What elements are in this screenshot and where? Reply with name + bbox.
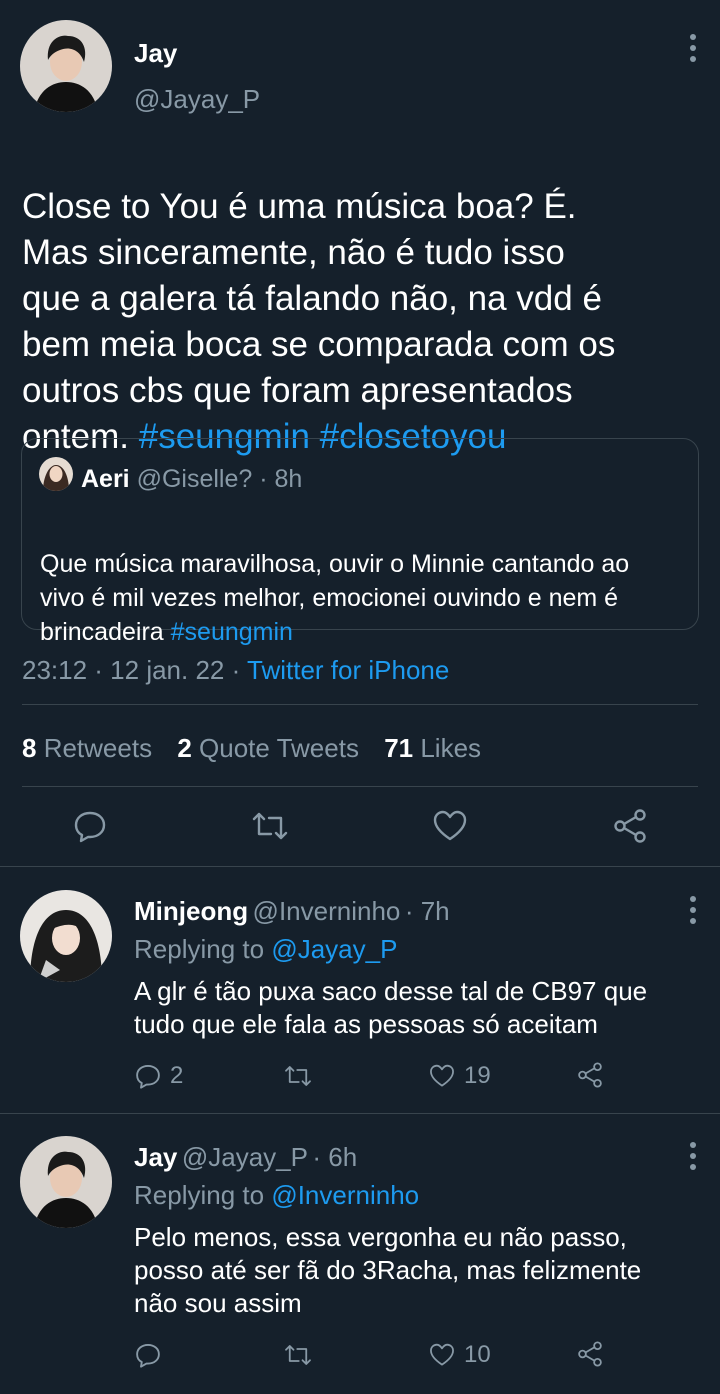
likes-label: Likes <box>413 733 482 763</box>
tweet-text: Close to You é uma música boa? É. Mas si… <box>22 138 712 460</box>
reply-action-share[interactable] <box>575 1060 605 1095</box>
share-icon <box>578 1341 602 1367</box>
divider <box>0 866 720 867</box>
author-avatar[interactable] <box>20 20 112 112</box>
like-icon <box>430 1343 454 1366</box>
reply-text: Pelo menos, essa vergonha eu não passo, … <box>134 1222 642 1318</box>
retweets-stat[interactable]: 8 Retweets <box>22 733 152 763</box>
quote-hashtag[interactable]: #seungmin <box>171 618 293 646</box>
share-icon <box>578 1062 602 1088</box>
replying-to-handle[interactable]: @Inverninho <box>271 1180 419 1210</box>
reply-author-handle[interactable]: @Inverninho <box>253 896 401 926</box>
replying-to: Replying to @Jayay_P <box>134 934 397 965</box>
reply-avatar-photo <box>20 890 112 982</box>
reply-icon <box>136 1064 160 1089</box>
quotes-label: Quote Tweets <box>191 733 359 763</box>
quote-author-name: Aeri <box>81 465 130 493</box>
tweet-timestamp: 23:12 · 12 jan. 22 · <box>22 655 248 685</box>
reply-text: A glr é tão puxa saco desse tal de CB97 … <box>134 976 648 1039</box>
share-icon[interactable] <box>610 806 650 846</box>
like-icon <box>430 1064 454 1087</box>
divider <box>22 786 698 787</box>
reply-icon <box>136 1343 160 1368</box>
like-icon[interactable] <box>431 808 469 844</box>
reply-icon[interactable] <box>72 808 108 844</box>
divider <box>22 704 698 705</box>
retweets-count: 8 <box>22 733 37 763</box>
like-count: 19 <box>464 1062 491 1089</box>
reply-action-reply[interactable] <box>134 1341 170 1369</box>
quote-body: Que música maravilhosa, ouvir o Minnie c… <box>40 550 630 646</box>
reply-action-retweet[interactable] <box>283 1341 321 1369</box>
quote-author-handle: @Giselle? <box>136 465 253 493</box>
quote-author-avatar <box>39 457 73 491</box>
avatar-photo <box>20 20 112 112</box>
tweet-body: Close to You é uma música boa? É. Mas si… <box>22 187 616 456</box>
reply-avatar[interactable] <box>20 1136 112 1228</box>
reply-author-handle[interactable]: @Jayay_P <box>182 1142 308 1172</box>
quotes-count: 2 <box>177 733 192 763</box>
tweet-stats: 8 Retweets 2 Quote Tweets 71 Likes <box>22 733 481 764</box>
retweets-label: Retweets <box>36 733 153 763</box>
retweet-icon <box>285 1066 311 1086</box>
like-count: 10 <box>464 1341 491 1368</box>
reply-time: · 6h <box>312 1142 358 1172</box>
reply-time: · 7h <box>404 896 450 926</box>
replying-to: Replying to @Inverninho <box>134 1180 419 1211</box>
more-options-icon[interactable] <box>681 890 705 930</box>
reply-count: 2 <box>170 1062 184 1089</box>
reply-header: Minjeong @Inverninho · 7h <box>134 896 450 927</box>
reply-author-name[interactable]: Jay <box>134 1142 177 1172</box>
quote-text: Que música maravilhosa, ouvir o Minnie c… <box>40 513 695 649</box>
tweet-timestamp-line: 23:12 · 12 jan. 22 · Twitter for iPhone <box>22 655 449 686</box>
more-options-icon[interactable] <box>681 1136 705 1176</box>
reply-action-like[interactable]: 10 <box>428 1341 491 1369</box>
divider <box>0 1113 720 1114</box>
reply-action-like[interactable]: 19 <box>428 1062 491 1090</box>
quoted-tweet[interactable]: Aeri @Giselle? · 8h Que música maravilho… <box>21 438 699 646</box>
retweet-icon[interactable] <box>250 808 290 844</box>
author-handle[interactable]: @Jayay_P <box>134 84 260 115</box>
quotes-stat[interactable]: 2 Quote Tweets <box>177 733 359 763</box>
reply-author-name[interactable]: Minjeong <box>134 896 248 926</box>
replying-to-handle[interactable]: @Jayay_P <box>271 934 397 964</box>
quote-avatar-photo <box>39 457 73 491</box>
reply-action-reply[interactable]: 2 <box>134 1062 183 1090</box>
quote-time: · 8h <box>259 465 303 493</box>
quote-header: Aeri @Giselle? · 8h <box>81 465 302 494</box>
reply-header: Jay @Jayay_P · 6h <box>134 1142 357 1173</box>
author-name[interactable]: Jay <box>134 38 177 69</box>
likes-stat[interactable]: 71 Likes <box>384 733 481 763</box>
replying-to-label: Replying to <box>134 1180 272 1210</box>
reply-action-share[interactable] <box>575 1339 605 1374</box>
reply-avatar-photo <box>20 1136 112 1228</box>
reply-action-retweet[interactable] <box>283 1062 321 1090</box>
tweet-source-link[interactable]: Twitter for iPhone <box>247 655 449 685</box>
replying-to-label: Replying to <box>134 934 272 964</box>
reply-avatar[interactable] <box>20 890 112 982</box>
retweet-icon <box>285 1345 311 1365</box>
more-options-icon[interactable] <box>681 28 705 68</box>
likes-count: 71 <box>384 733 414 763</box>
